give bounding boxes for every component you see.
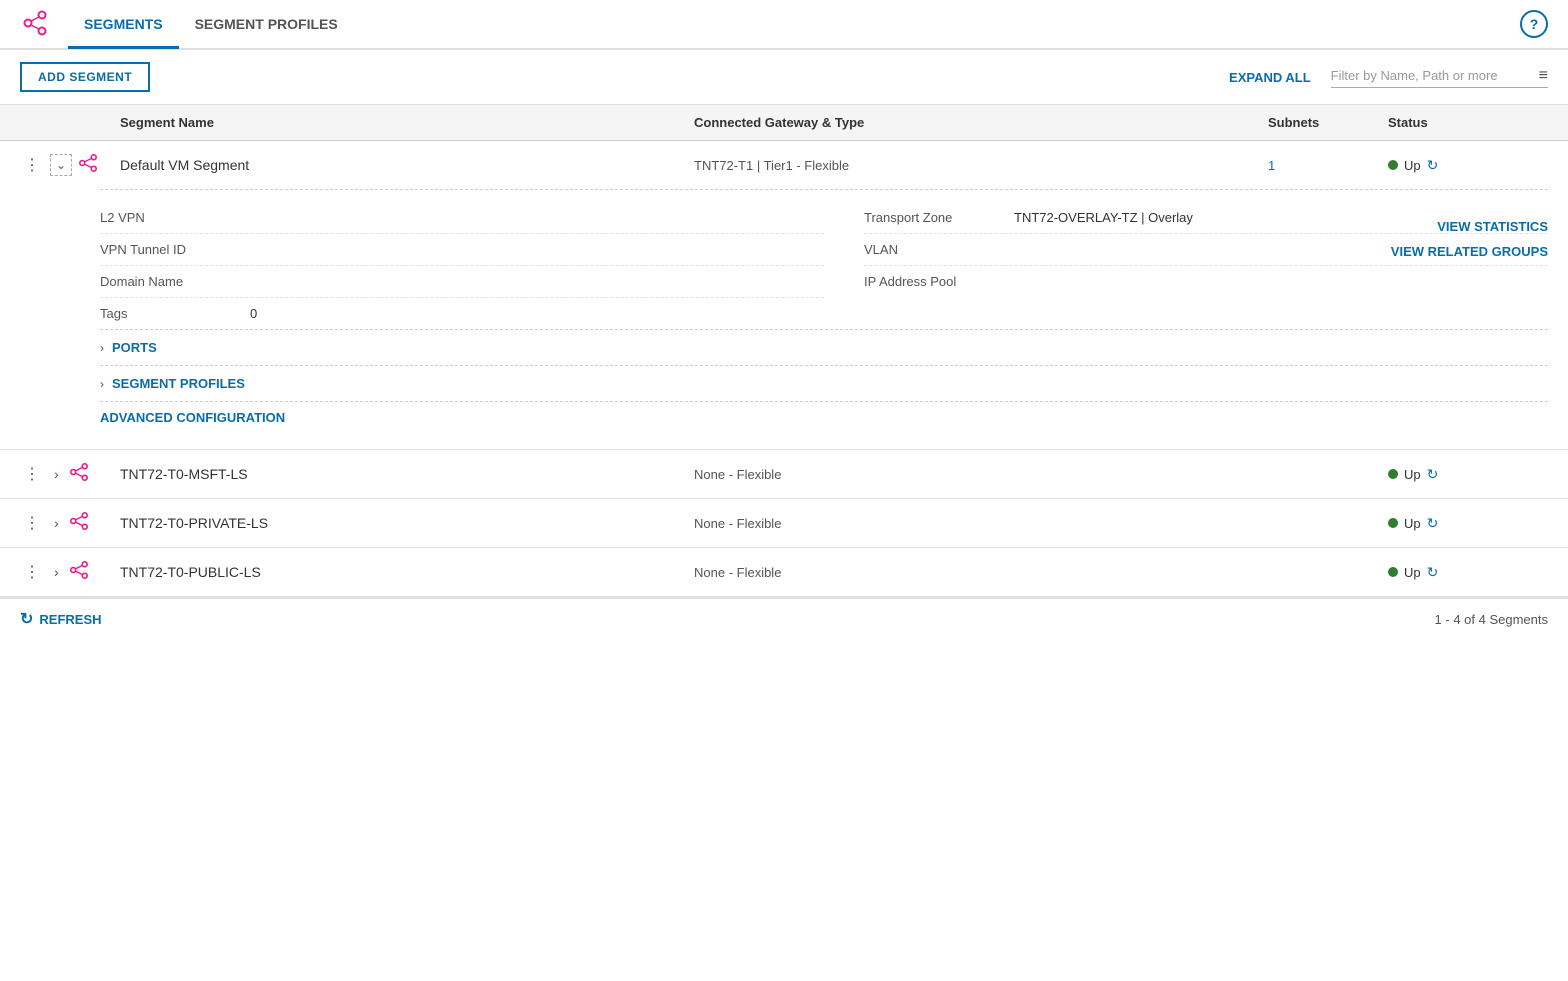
row-actions-1: ⋮ ⌄ <box>20 151 120 179</box>
row-menu-icon-2[interactable]: ⋮ <box>20 460 44 488</box>
col-header-subnets: Subnets <box>1268 115 1388 130</box>
table-row: ⋮ › TNT72-T0-PUBLIC-LS None - Flexible <box>0 548 1568 597</box>
detail-l2vpn: L2 VPN <box>100 202 824 234</box>
filter-input[interactable] <box>1331 68 1531 83</box>
col-header-gateway: Connected Gateway & Type <box>694 115 1268 130</box>
gateway-type-2: None - Flexible <box>694 467 1268 482</box>
gateway-type-1: TNT72-T1 | Tier1 - Flexible <box>694 158 1268 173</box>
col-header-status: Status <box>1388 115 1548 130</box>
filter-icon[interactable]: ≡ <box>1539 67 1548 85</box>
status-cell-1: Up ↻ <box>1388 157 1548 174</box>
status-dot-1 <box>1388 160 1398 170</box>
help-button[interactable]: ? <box>1520 10 1548 38</box>
detail-label-domain: Domain Name <box>100 274 230 289</box>
gateway-type-4: None - Flexible <box>694 565 1268 580</box>
refresh-button[interactable]: ↻ REFRESH <box>20 609 102 629</box>
row-main-1[interactable]: ⋮ ⌄ Default VM Segment TNT72-T1 | Tier1 … <box>0 141 1568 189</box>
status-text-2: Up <box>1404 467 1421 482</box>
gateway-type-3: None - Flexible <box>694 516 1268 531</box>
segment-name-3: TNT72-T0-PRIVATE-LS <box>120 515 694 531</box>
row-main-3[interactable]: ⋮ › TNT72-T0-PRIVATE-LS None - Flexible <box>0 499 1568 547</box>
row-refresh-icon-2[interactable]: ↻ <box>1427 466 1439 483</box>
status-cell-2: Up ↻ <box>1388 466 1548 483</box>
row-expand-icon-3[interactable]: › <box>50 511 63 535</box>
advanced-config-link[interactable]: ADVANCED CONFIGURATION <box>100 401 1548 433</box>
col-header-actions <box>20 115 120 130</box>
segments-table: Segment Name Connected Gateway & Type Su… <box>0 105 1568 598</box>
filter-container: ≡ <box>1331 67 1548 88</box>
ports-chevron-icon: › <box>100 341 104 355</box>
segment-share-icon-4 <box>69 561 89 584</box>
refresh-btn-icon: ↻ <box>20 609 33 629</box>
row-expanded-1: L2 VPN VPN Tunnel ID Domain Name Tags 0 <box>0 189 1568 449</box>
row-menu-icon-3[interactable]: ⋮ <box>20 509 44 537</box>
segment-share-icon-2 <box>69 463 89 486</box>
status-dot-2 <box>1388 469 1398 479</box>
refresh-btn-label: REFRESH <box>39 612 101 627</box>
detail-col-left: L2 VPN VPN Tunnel ID Domain Name Tags 0 <box>100 202 824 329</box>
status-cell-4: Up ↻ <box>1388 564 1548 581</box>
segment-profiles-section[interactable]: › SEGMENT PROFILES <box>100 365 1548 401</box>
pagination-info: 1 - 4 of 4 Segments <box>1435 612 1548 627</box>
table-row: ⋮ ⌄ Default VM Segment TNT72-T1 | Tier1 … <box>0 141 1568 450</box>
view-related-groups-link[interactable]: VIEW RELATED GROUPS <box>1391 244 1548 259</box>
row-expand-icon-2[interactable]: › <box>50 462 63 486</box>
status-dot-4 <box>1388 567 1398 577</box>
toolbar: ADD SEGMENT EXPAND ALL ≡ <box>0 50 1568 105</box>
row-refresh-icon-4[interactable]: ↻ <box>1427 564 1439 581</box>
segment-share-icon <box>78 154 98 177</box>
tab-segment-profiles[interactable]: SEGMENT PROFILES <box>179 2 354 49</box>
row-actions-3: ⋮ › <box>20 509 120 537</box>
row-refresh-icon-1[interactable]: ↻ <box>1427 157 1439 174</box>
ports-section[interactable]: › PORTS <box>100 329 1548 365</box>
expanded-grid: L2 VPN VPN Tunnel ID Domain Name Tags 0 <box>100 189 1548 329</box>
row-expand-icon-4[interactable]: › <box>50 560 63 584</box>
row-actions-4: ⋮ › <box>20 558 120 586</box>
status-cell-3: Up ↻ <box>1388 515 1548 532</box>
row-menu-icon[interactable]: ⋮ <box>20 151 44 179</box>
detail-value-tags: 0 <box>250 306 257 321</box>
app-logo <box>20 9 52 40</box>
expand-all-button[interactable]: EXPAND ALL <box>1229 70 1311 85</box>
segment-name-1: Default VM Segment <box>120 157 694 173</box>
segment-name-2: TNT72-T0-MSFT-LS <box>120 466 694 482</box>
detail-label-l2vpn: L2 VPN <box>100 210 230 225</box>
bottom-bar: ↻ REFRESH 1 - 4 of 4 Segments <box>0 598 1568 639</box>
row-refresh-icon-3[interactable]: ↻ <box>1427 515 1439 532</box>
segment-profiles-title: SEGMENT PROFILES <box>112 376 245 391</box>
row-menu-icon-4[interactable]: ⋮ <box>20 558 44 586</box>
table-row: ⋮ › TNT72-T0-PRIVATE-LS None - Flexible <box>0 499 1568 548</box>
row-main-4[interactable]: ⋮ › TNT72-T0-PUBLIC-LS None - Flexible <box>0 548 1568 596</box>
ports-title: PORTS <box>112 340 157 355</box>
subnets-count-1[interactable]: 1 <box>1268 158 1388 173</box>
add-segment-button[interactable]: ADD SEGMENT <box>20 62 150 92</box>
detail-label-vpntunnel: VPN Tunnel ID <box>100 242 230 257</box>
profiles-chevron-icon: › <box>100 377 104 391</box>
detail-label-tags: Tags <box>100 306 230 321</box>
tab-segments[interactable]: SEGMENTS <box>68 2 179 49</box>
top-navigation: SEGMENTS SEGMENT PROFILES ? <box>0 0 1568 50</box>
table-row: ⋮ › TNT72-T0-MSFT-LS None - Flexible <box>0 450 1568 499</box>
detail-domain: Domain Name <box>100 266 824 298</box>
detail-tags: Tags 0 <box>100 298 824 329</box>
detail-vpn-tunnel: VPN Tunnel ID <box>100 234 824 266</box>
table-header: Segment Name Connected Gateway & Type Su… <box>0 105 1568 141</box>
status-dot-3 <box>1388 518 1398 528</box>
status-text-3: Up <box>1404 516 1421 531</box>
status-text-4: Up <box>1404 565 1421 580</box>
row-main-2[interactable]: ⋮ › TNT72-T0-MSFT-LS None - Flexible <box>0 450 1568 498</box>
row-actions-2: ⋮ › <box>20 460 120 488</box>
row-collapse-icon[interactable]: ⌄ <box>50 154 72 176</box>
segment-share-icon-3 <box>69 512 89 535</box>
segment-name-4: TNT72-T0-PUBLIC-LS <box>120 564 694 580</box>
col-header-name: Segment Name <box>120 115 694 130</box>
status-text-1: Up <box>1404 158 1421 173</box>
view-statistics-link[interactable]: VIEW STATISTICS <box>1437 219 1548 234</box>
